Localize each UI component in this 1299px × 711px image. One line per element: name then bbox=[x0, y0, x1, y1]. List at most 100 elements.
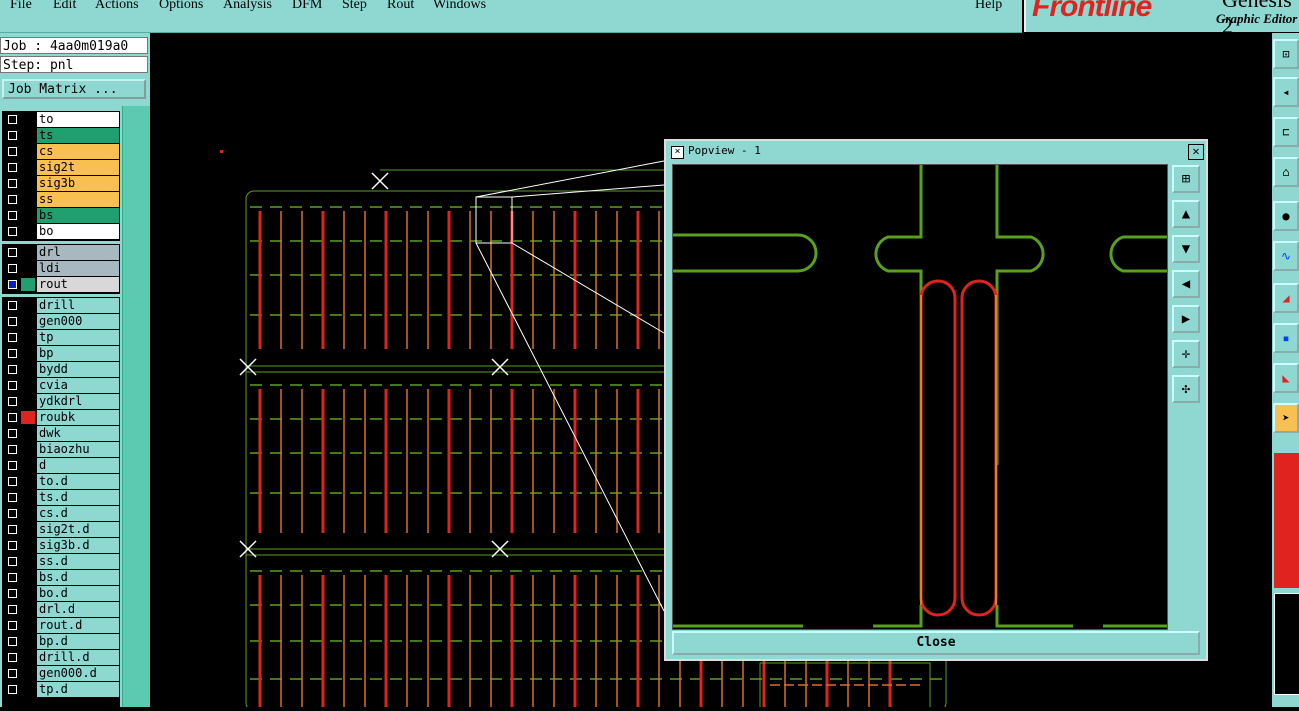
layer-color-swatch[interactable] bbox=[21, 667, 35, 680]
popview-canvas[interactable] bbox=[672, 164, 1168, 630]
layer-checkbox[interactable] bbox=[8, 280, 17, 289]
color-swatch[interactable] bbox=[1274, 453, 1299, 588]
layer-checkbox[interactable] bbox=[8, 147, 17, 156]
menu-options[interactable]: Options bbox=[159, 0, 203, 13]
tool-pad-icon[interactable]: ● bbox=[1273, 201, 1299, 231]
layer-checkbox[interactable] bbox=[8, 381, 17, 390]
layer-checkbox[interactable] bbox=[8, 115, 17, 124]
layer-checkbox[interactable] bbox=[8, 365, 17, 374]
layer-checkbox[interactable] bbox=[8, 605, 17, 614]
layer-color-swatch[interactable] bbox=[21, 459, 35, 472]
layer-checkbox[interactable] bbox=[8, 637, 17, 646]
layer-color-swatch[interactable] bbox=[21, 523, 35, 536]
layer-color-swatch[interactable] bbox=[21, 571, 35, 584]
close-icon[interactable]: ✕ bbox=[1188, 144, 1204, 160]
layer-name[interactable]: cvia bbox=[37, 378, 119, 393]
zoom-in-icon[interactable]: ✛ bbox=[1172, 340, 1200, 368]
layer-name[interactable]: drl.d bbox=[37, 602, 119, 617]
layer-checkbox[interactable] bbox=[8, 669, 17, 678]
layer-color-swatch[interactable] bbox=[21, 411, 35, 424]
tool-pan-icon[interactable]: ◂ bbox=[1273, 77, 1299, 107]
layer-row-cs-d[interactable]: cs.d bbox=[2, 506, 120, 521]
layer-name[interactable]: bydd bbox=[37, 362, 119, 377]
layer-scrollbar[interactable] bbox=[122, 106, 150, 707]
layer-checkbox[interactable] bbox=[8, 397, 17, 406]
layer-row-sig2t[interactable]: sig2t bbox=[2, 160, 120, 175]
menu-file[interactable]: File bbox=[10, 0, 32, 13]
layer-checkbox[interactable] bbox=[8, 301, 17, 310]
tool-line-icon[interactable]: ∿ bbox=[1273, 241, 1299, 271]
layer-row-drl[interactable]: drl bbox=[2, 245, 120, 260]
layer-row-drill[interactable]: drill bbox=[2, 298, 120, 313]
layer-name[interactable]: sig2t bbox=[37, 160, 119, 175]
job-matrix-button[interactable]: Job Matrix ... bbox=[2, 79, 146, 99]
layer-checkbox[interactable] bbox=[8, 541, 17, 550]
layer-color-swatch[interactable] bbox=[21, 651, 35, 664]
layer-color-swatch[interactable] bbox=[21, 427, 35, 440]
layer-color-swatch[interactable] bbox=[21, 278, 35, 291]
layer-name[interactable]: to.d bbox=[37, 474, 119, 489]
layer-name[interactable]: dwk bbox=[37, 426, 119, 441]
tool-select-icon[interactable]: ➤ bbox=[1273, 403, 1299, 433]
layer-color-swatch[interactable] bbox=[21, 491, 35, 504]
layer-color-swatch[interactable] bbox=[21, 555, 35, 568]
layer-name[interactable]: sig2t.d bbox=[37, 522, 119, 537]
layer-color-swatch[interactable] bbox=[21, 161, 35, 174]
layer-name[interactable]: rout.d bbox=[37, 618, 119, 633]
tool-arc-icon[interactable]: ◢ bbox=[1273, 283, 1299, 313]
layer-name[interactable]: ts.d bbox=[37, 490, 119, 505]
zoom-fit-icon[interactable]: ⊞ bbox=[1172, 165, 1200, 193]
layer-row-bp[interactable]: bp bbox=[2, 346, 120, 361]
layer-checkbox[interactable] bbox=[8, 493, 17, 502]
layer-color-swatch[interactable] bbox=[21, 331, 35, 344]
layer-row-sig2t-d[interactable]: sig2t.d bbox=[2, 522, 120, 537]
layer-color-swatch[interactable] bbox=[21, 619, 35, 632]
layer-color-swatch[interactable] bbox=[21, 209, 35, 222]
layer-name[interactable]: drill bbox=[37, 298, 119, 313]
layer-row-drill-d[interactable]: drill.d bbox=[2, 650, 120, 665]
layer-row-bs-d[interactable]: bs.d bbox=[2, 570, 120, 585]
layer-row-to[interactable]: to bbox=[2, 112, 120, 127]
layer-name[interactable]: drill.d bbox=[37, 650, 119, 665]
layer-name[interactable]: bp.d bbox=[37, 634, 119, 649]
layer-color-swatch[interactable] bbox=[21, 603, 35, 616]
layer-row-tp[interactable]: tp bbox=[2, 330, 120, 345]
layer-row-bo-d[interactable]: bo.d bbox=[2, 586, 120, 601]
layer-color-swatch[interactable] bbox=[21, 395, 35, 408]
layer-checkbox[interactable] bbox=[8, 653, 17, 662]
layer-name[interactable]: sig3b bbox=[37, 176, 119, 191]
layer-row-dwk[interactable]: dwk bbox=[2, 426, 120, 441]
menu-edit[interactable]: Edit bbox=[53, 0, 76, 13]
zoom-out-icon[interactable]: ✣ bbox=[1172, 375, 1200, 403]
layer-row-ss[interactable]: ss bbox=[2, 192, 120, 207]
layer-color-swatch[interactable] bbox=[21, 363, 35, 376]
menu-rout[interactable]: Rout bbox=[387, 0, 414, 13]
layer-color-swatch[interactable] bbox=[21, 347, 35, 360]
layer-color-swatch[interactable] bbox=[21, 129, 35, 142]
layer-name[interactable]: ts bbox=[37, 128, 119, 143]
layer-checkbox[interactable] bbox=[8, 317, 17, 326]
menu-step[interactable]: Step bbox=[342, 0, 367, 13]
layer-row-roubk[interactable]: roubk bbox=[2, 410, 120, 425]
layer-row-d[interactable]: d bbox=[2, 458, 120, 473]
layer-checkbox[interactable] bbox=[8, 264, 17, 273]
layer-row-sig3b-d[interactable]: sig3b.d bbox=[2, 538, 120, 553]
layer-checkbox[interactable] bbox=[8, 573, 17, 582]
layer-row-biaozhu[interactable]: biaozhu bbox=[2, 442, 120, 457]
layer-name[interactable]: drl bbox=[37, 245, 119, 260]
tool-zoom-icon[interactable]: ⊏ bbox=[1273, 117, 1299, 147]
layer-name[interactable]: tp bbox=[37, 330, 119, 345]
layer-name[interactable]: roubk bbox=[37, 410, 119, 425]
layer-color-swatch[interactable] bbox=[21, 225, 35, 238]
layer-color-swatch[interactable] bbox=[21, 193, 35, 206]
layer-name[interactable]: sig3b.d bbox=[37, 538, 119, 553]
layer-checkbox[interactable] bbox=[8, 227, 17, 236]
layer-color-swatch[interactable] bbox=[21, 443, 35, 456]
layer-name[interactable]: bp bbox=[37, 346, 119, 361]
layer-row-bo[interactable]: bo bbox=[2, 224, 120, 239]
layer-row-to-d[interactable]: to.d bbox=[2, 474, 120, 489]
layer-color-swatch[interactable] bbox=[21, 113, 35, 126]
layer-checkbox[interactable] bbox=[8, 557, 17, 566]
layer-row-ss-d[interactable]: ss.d bbox=[2, 554, 120, 569]
layer-name[interactable]: d bbox=[37, 458, 119, 473]
